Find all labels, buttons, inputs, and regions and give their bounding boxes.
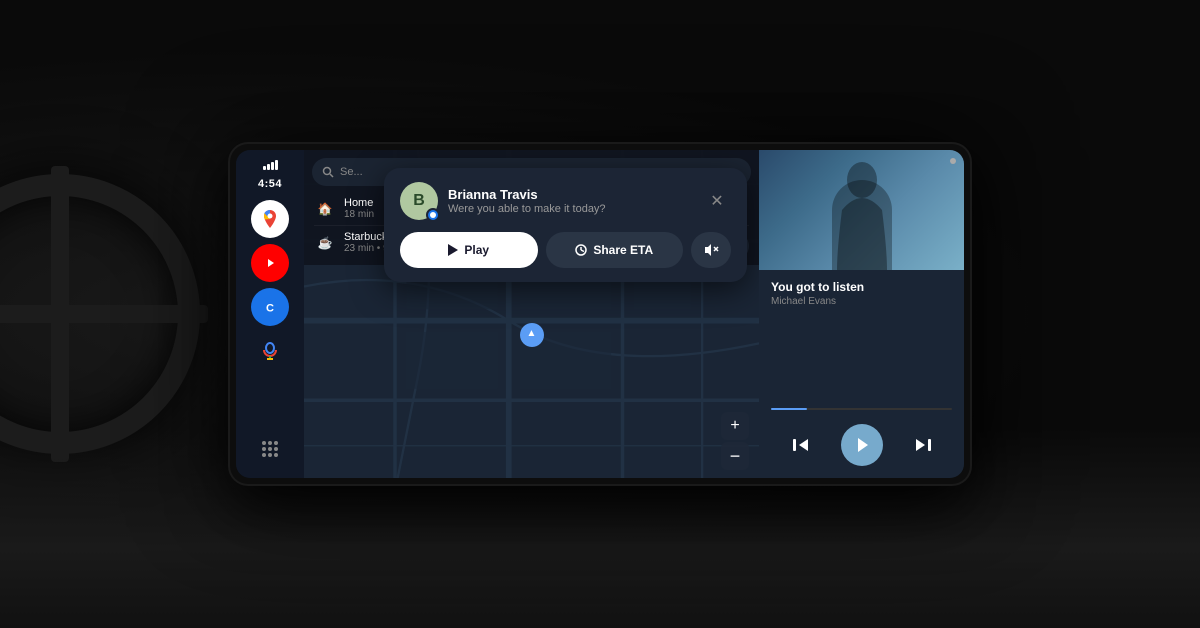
notification-message: Were you able to make it today? bbox=[448, 203, 693, 215]
signal-bars bbox=[263, 160, 278, 170]
screen-display: 4:54 C bbox=[236, 150, 964, 478]
sidebar-item-youtube[interactable] bbox=[251, 244, 289, 282]
music-info: You got to listen Michael Evans bbox=[759, 270, 964, 400]
next-track-button[interactable] bbox=[908, 429, 940, 461]
time-display: 4:54 bbox=[258, 178, 282, 190]
share-eta-button[interactable]: Share ETA bbox=[546, 232, 684, 268]
mute-icon bbox=[703, 242, 719, 258]
close-notification-button[interactable]: ✕ bbox=[703, 187, 731, 215]
sidebar-item-maps[interactable] bbox=[251, 200, 289, 238]
notification-popup: B Brianna Travis Were you able to make i… bbox=[384, 168, 747, 282]
search-icon bbox=[322, 166, 334, 178]
map-area: Se... 🏠 Home 18 min ☕ Starbucks bbox=[304, 150, 759, 478]
sidebar-item-assistant[interactable] bbox=[251, 332, 289, 370]
screen-container: 4:54 C bbox=[230, 144, 970, 484]
sidebar-item-contacts[interactable]: C bbox=[251, 288, 289, 326]
right-panel: You got to listen Michael Evans bbox=[759, 150, 964, 478]
notification-actions: Play Share ETA bbox=[400, 232, 731, 268]
prev-track-button[interactable] bbox=[784, 429, 816, 461]
artist-name: Michael Evans bbox=[771, 296, 952, 307]
starbucks-icon: ☕ bbox=[314, 232, 336, 254]
notification-header: B Brianna Travis Were you able to make i… bbox=[400, 182, 731, 220]
zoom-out-button[interactable]: − bbox=[721, 442, 749, 470]
avatar-initial: B bbox=[413, 192, 425, 210]
play-icon bbox=[448, 244, 458, 256]
play-button[interactable]: Play bbox=[400, 232, 538, 268]
music-controls bbox=[759, 418, 964, 478]
album-art-dot bbox=[950, 158, 956, 164]
messenger-badge bbox=[426, 208, 440, 222]
svg-text:C: C bbox=[266, 303, 274, 315]
music-play-button[interactable] bbox=[841, 424, 883, 466]
progress-fill bbox=[771, 408, 807, 410]
notification-text: Brianna Travis Were you able to make it … bbox=[448, 187, 693, 215]
home-icon: 🏠 bbox=[314, 198, 336, 220]
clock-icon bbox=[575, 244, 587, 256]
album-art bbox=[759, 150, 964, 270]
zoom-in-button[interactable]: + bbox=[721, 412, 749, 440]
contact-name: Brianna Travis bbox=[448, 187, 693, 202]
share-eta-label: Share ETA bbox=[593, 243, 653, 257]
song-title: You got to listen bbox=[771, 280, 952, 294]
contact-avatar: B bbox=[400, 182, 438, 220]
mute-button[interactable] bbox=[691, 232, 731, 268]
sidebar: 4:54 C bbox=[236, 150, 304, 478]
progress-bar[interactable] bbox=[771, 408, 952, 410]
play-label: Play bbox=[464, 243, 489, 257]
location-pin bbox=[520, 323, 544, 347]
album-silhouette bbox=[822, 160, 902, 270]
search-placeholder: Se... bbox=[340, 166, 363, 178]
sidebar-item-all-apps[interactable] bbox=[251, 430, 289, 468]
